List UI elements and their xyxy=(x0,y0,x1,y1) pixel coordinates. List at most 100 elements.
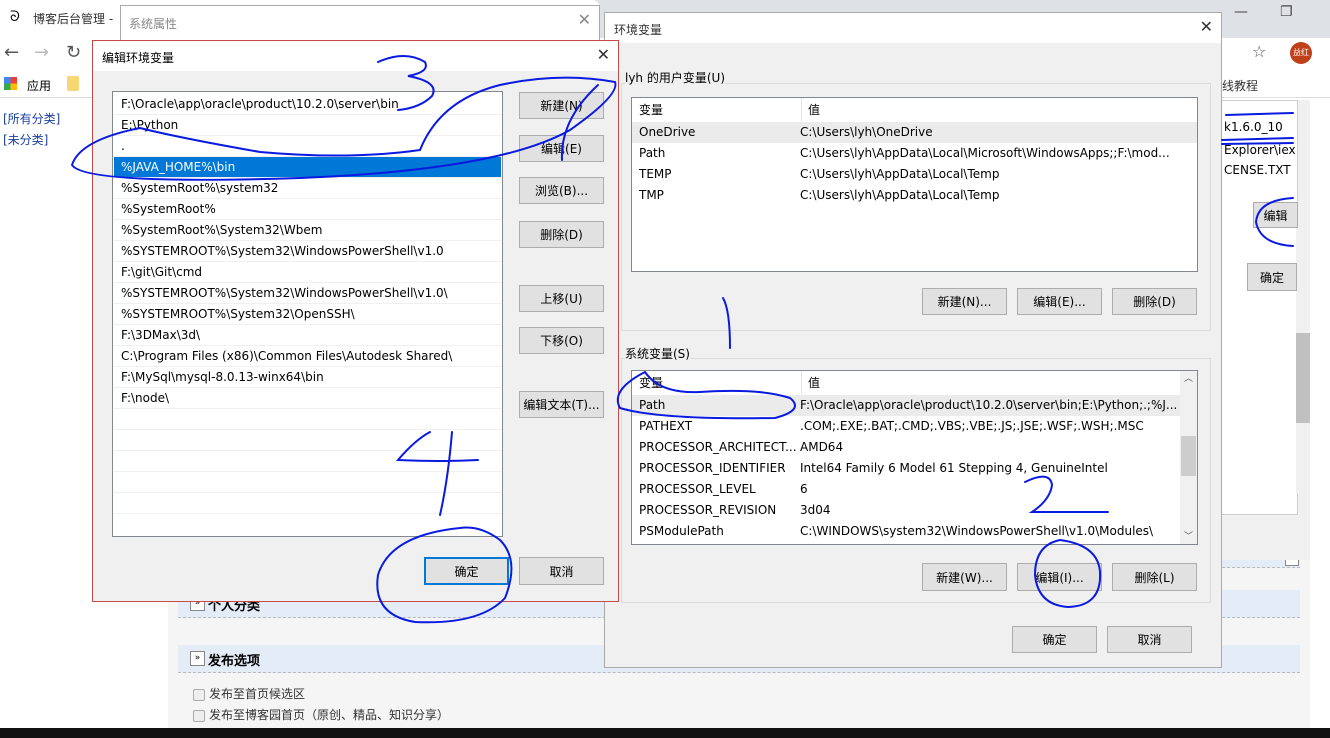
var-name: PROCESSOR_IDENTIFIER xyxy=(639,461,786,475)
close-icon[interactable]: ✕ xyxy=(1200,17,1213,36)
path-entry[interactable]: %SystemRoot%\System32\Wbem xyxy=(114,220,501,241)
move-down-button[interactable]: 下移(O) xyxy=(519,327,604,354)
option-homepage-candidate[interactable]: 发布至首页候选区 xyxy=(193,685,305,702)
col-var[interactable]: 变量 xyxy=(632,98,802,121)
ok-button[interactable]: 确定 xyxy=(424,557,509,585)
table-row[interactable]: PROCESSOR_REVISION 3d04 xyxy=(632,500,1180,521)
link-all-categories[interactable]: [所有分类] xyxy=(3,110,60,127)
var-name: Path xyxy=(639,146,666,160)
cancel-button[interactable]: 取消 xyxy=(519,557,604,585)
var-value: C:\Users\lyh\AppData\Local\Temp xyxy=(800,167,1000,181)
empty-row[interactable] xyxy=(114,472,501,493)
empty-row[interactable] xyxy=(114,451,501,472)
table-row[interactable]: PROCESSOR_ARCHITECT... AMD64 xyxy=(632,437,1180,458)
dialog-title: 编辑环境变量 xyxy=(93,41,618,71)
path-entry[interactable]: %SystemRoot%\system32 xyxy=(114,178,501,199)
path-entry[interactable]: %SYSTEMROOT%\System32\WindowsPowerShell\… xyxy=(114,241,501,262)
path-entry[interactable]: F:\Oracle\app\oracle\product\10.2.0\serv… xyxy=(114,94,501,115)
var-value: AMD64 xyxy=(800,440,844,454)
table-row[interactable]: TMP C:\Users\lyh\AppData\Local\Temp xyxy=(632,185,1197,206)
bookmark-tutorial[interactable]: 线教程 xyxy=(1222,77,1258,94)
col-val[interactable]: 值 xyxy=(802,98,820,121)
table-row[interactable]: TEMP C:\Users\lyh\AppData\Local\Temp xyxy=(632,164,1197,185)
checkbox[interactable] xyxy=(193,709,205,722)
env-ok-button[interactable]: 确定 xyxy=(1012,626,1097,653)
dialog-title: 系统属性 xyxy=(129,17,178,31)
var-value: C:\Users\lyh\AppData\Local\Microsoft\Win… xyxy=(800,146,1170,160)
table-row[interactable]: Path F:\Oracle\app\oracle\product\10.2.0\… xyxy=(632,395,1180,416)
checkbox[interactable] xyxy=(193,688,205,701)
avatar[interactable]: 益红 xyxy=(1290,42,1312,64)
table-row[interactable]: OneDrive C:\Users\lyh\OneDrive xyxy=(632,122,1197,143)
path-entry[interactable]: F:\MySql\mysql-8.0.13-winx64\bin xyxy=(114,367,501,388)
user-new-button[interactable]: 新建(N)... xyxy=(922,288,1007,315)
path-entry[interactable]: %JAVA_HOME%\bin xyxy=(114,157,501,178)
path-entry[interactable]: F:\git\Git\cmd xyxy=(114,262,501,283)
bookmark-star-icon[interactable]: ☆ xyxy=(1252,42,1266,61)
edit-text-button[interactable]: 编辑文本(T)... xyxy=(519,391,604,418)
user-vars-table[interactable]: 变量值 OneDrive C:\Users\lyh\OneDrive Path C:\… xyxy=(631,97,1198,272)
var-value: Intel64 Family 6 Model 61 Stepping 4, Ge… xyxy=(800,461,1108,475)
system-vars-label: 系统变量(S) xyxy=(625,345,690,362)
table-row[interactable]: PATHEXT .COM;.EXE;.BAT;.CMD;.VBS;.VBE;.JS… xyxy=(632,416,1180,437)
empty-row[interactable] xyxy=(114,430,501,451)
move-up-button[interactable]: 上移(U) xyxy=(519,285,604,312)
var-value: C:\WINDOWS\system32\WindowsPowerShell\v1… xyxy=(800,524,1154,538)
user-edit-button[interactable]: 编辑(E)... xyxy=(1017,288,1102,315)
path-entry[interactable]: E:\Python xyxy=(114,115,501,136)
user-vars-label: lyh 的用户变量(U) xyxy=(625,69,726,86)
var-value: C:\Users\lyh\OneDrive xyxy=(800,125,933,139)
path-entry[interactable]: %SYSTEMROOT%\System32\OpenSSH\ xyxy=(114,304,501,325)
behind-edit-button[interactable]: 编辑 xyxy=(1253,202,1298,228)
option-homepage[interactable]: 发布至博客园首页（原创、精品、知识分享） xyxy=(193,706,449,723)
close-icon[interactable]: ✕ xyxy=(597,45,610,64)
behind-ok-button[interactable]: 确定 xyxy=(1247,263,1297,291)
path-entry[interactable]: F:\3DMax\3d\ xyxy=(114,325,501,346)
bookmark-apps[interactable]: 应用 xyxy=(27,77,51,94)
table-row[interactable]: PROCESSOR_LEVEL 6 xyxy=(632,479,1180,500)
link-uncategorized[interactable]: [未分类] xyxy=(3,131,48,148)
table-row[interactable]: PSModulePath C:\WINDOWS\system32\WindowsP… xyxy=(632,521,1180,542)
back-icon[interactable]: ← xyxy=(4,42,19,63)
col-val[interactable]: 值 xyxy=(802,371,820,394)
new-button[interactable]: 新建(N) xyxy=(519,92,604,119)
table-row[interactable]: Path C:\Users\lyh\AppData\Local\Microsoft… xyxy=(632,143,1197,164)
col-var[interactable]: 变量 xyxy=(632,371,802,394)
path-entry[interactable]: F:\node\ xyxy=(114,388,501,409)
system-delete-button[interactable]: 删除(L) xyxy=(1112,563,1197,591)
site-logo-icon: ᘐ xyxy=(10,9,20,25)
var-name: PATHEXT xyxy=(639,419,693,433)
forward-icon[interactable]: → xyxy=(34,42,49,63)
reload-icon[interactable]: ↻ xyxy=(66,42,81,63)
empty-row[interactable] xyxy=(114,493,501,514)
var-name: PSModulePath xyxy=(639,524,724,538)
restore-icon[interactable]: ❐ xyxy=(1280,4,1293,20)
scrollbar[interactable]: ︿ ﹀ xyxy=(1180,371,1197,544)
path-entry[interactable]: %SYSTEMROOT%\System32\WindowsPowerShell\… xyxy=(114,283,501,304)
empty-row[interactable] xyxy=(114,409,501,430)
var-name: TMP xyxy=(639,188,664,202)
table-row[interactable]: PROCESSOR_IDENTIFIER Intel64 Family 6 Mod… xyxy=(632,458,1180,479)
scrollbar-thumb[interactable] xyxy=(1181,436,1196,476)
edit-button[interactable]: 编辑(E) xyxy=(519,135,604,162)
edit-env-variable-dialog: 编辑环境变量 ✕ F:\Oracle\app\oracle\product\10… xyxy=(92,40,619,602)
var-name: PROCESSOR_LEVEL xyxy=(639,482,756,496)
path-entry[interactable]: . xyxy=(114,136,501,157)
close-icon[interactable]: ✕ xyxy=(578,10,591,29)
env-cancel-button[interactable]: 取消 xyxy=(1107,626,1192,653)
path-entry[interactable]: C:\Program Files (x86)\Common Files\Auto… xyxy=(114,346,501,367)
var-name: PROCESSOR_ARCHITECT... xyxy=(639,440,797,454)
var-name: PROCESSOR_REVISION xyxy=(639,503,777,517)
browse-button[interactable]: 浏览(B)... xyxy=(519,177,604,204)
system-new-button[interactable]: 新建(W)... xyxy=(922,563,1007,591)
env-variables-dialog: 环境变量 ✕ lyh 的用户变量(U) 变量值 OneDrive C:\Users… xyxy=(604,12,1222,668)
path-entry[interactable]: %SystemRoot% xyxy=(114,199,501,220)
minimize-icon[interactable]: — xyxy=(1234,4,1248,20)
collapse-icon[interactable]: » xyxy=(190,651,205,666)
system-edit-button[interactable]: 编辑(I)... xyxy=(1017,563,1102,591)
user-delete-button[interactable]: 删除(D) xyxy=(1112,288,1197,315)
path-entries-list[interactable]: F:\Oracle\app\oracle\product\10.2.0\serv… xyxy=(112,91,503,537)
system-vars-table[interactable]: 变量值 Path F:\Oracle\app\oracle\product\10.… xyxy=(631,370,1198,545)
folder-icon[interactable] xyxy=(67,76,79,91)
delete-button[interactable]: 删除(D) xyxy=(519,221,604,248)
